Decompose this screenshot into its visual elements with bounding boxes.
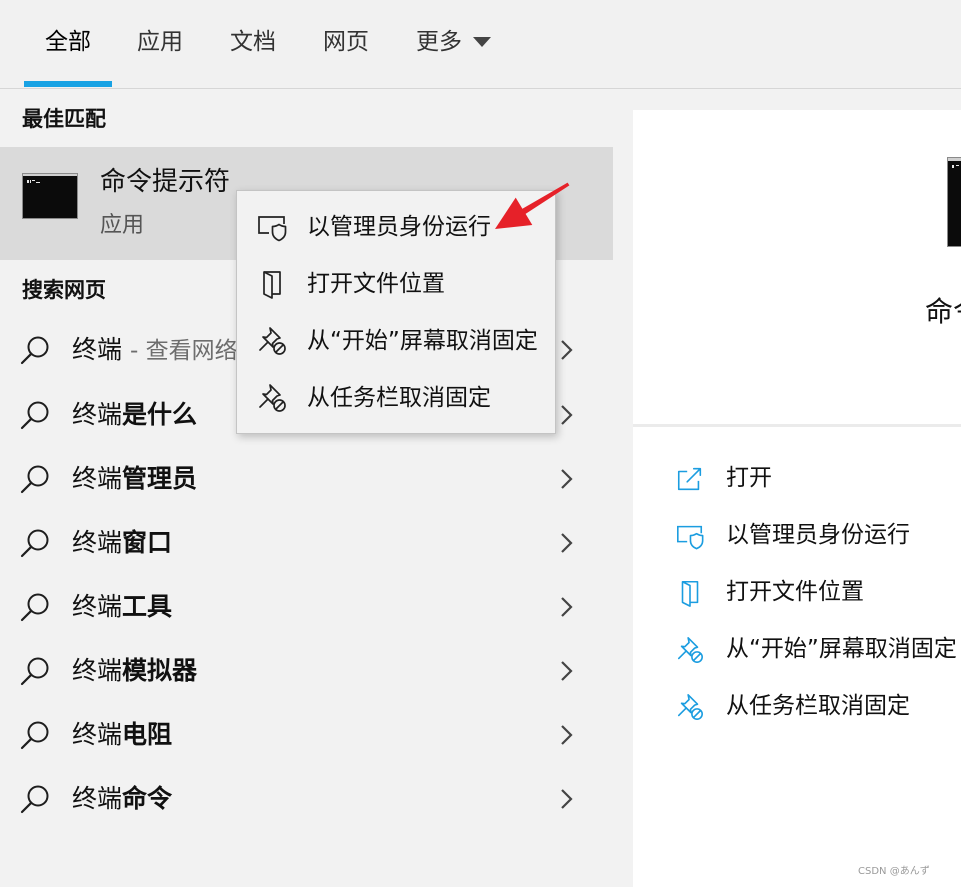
action-label: 打开 xyxy=(726,465,772,491)
tab-web[interactable]: 网页 xyxy=(323,24,369,60)
action-unpin-from-taskbar[interactable]: 从任务栏取消固定 xyxy=(653,678,961,735)
context-menu-item-label: 从任务栏取消固定 xyxy=(307,385,491,411)
unpin-icon xyxy=(259,327,286,355)
chevron-right-icon[interactable] xyxy=(560,596,574,618)
search-suggestion-text: 是什么 xyxy=(122,400,198,429)
action-label: 打开文件位置 xyxy=(726,579,864,605)
search-icon xyxy=(20,465,49,494)
chevron-right-icon[interactable] xyxy=(560,404,574,426)
action-label: 从任务栏取消固定 xyxy=(726,693,910,719)
search-suggestion: 终端窗口 xyxy=(72,511,172,575)
best-match-header: 最佳匹配 xyxy=(22,107,106,131)
search-icon xyxy=(20,721,49,750)
web-search-item[interactable]: 终端模拟器 xyxy=(0,639,613,703)
file-location-icon xyxy=(263,271,281,299)
best-match-title: 命令提示符 xyxy=(100,167,231,197)
action-unpin-from-start[interactable]: 从“开始”屏幕取消固定 xyxy=(653,621,961,678)
file-location-icon xyxy=(681,580,699,607)
context-menu-item-label: 从“开始”屏幕取消固定 xyxy=(307,328,538,354)
search-icon xyxy=(20,336,49,365)
caret-down-icon[interactable] xyxy=(473,37,491,47)
search-icon xyxy=(20,785,49,814)
shield-icon xyxy=(677,525,704,550)
best-match-type: 应用 xyxy=(100,213,145,238)
search-suggestion: 终端模拟器 xyxy=(72,639,197,703)
command-prompt-icon xyxy=(22,173,78,219)
tab-apps[interactable]: 应用 xyxy=(137,24,183,60)
chevron-right-icon[interactable] xyxy=(560,788,574,810)
search-suggestion-text: 电阻 xyxy=(122,720,173,749)
context-menu-item-run-as-admin[interactable]: 以管理员身份运行 xyxy=(237,199,555,256)
preview-pane: 命令 打开 以管理员身份运行 打开文件位置 从“开始”屏幕取消固定 xyxy=(633,110,961,887)
preview-title: 命令 xyxy=(925,295,961,328)
web-search-item[interactable]: 终端窗口 xyxy=(0,511,613,575)
context-menu: 以管理员身份运行 打开文件位置 从“开始”屏幕取消固定 从任务栏取消固定 xyxy=(236,190,556,434)
search-suggestion: 终端工具 xyxy=(72,575,172,639)
tab-selected-indicator xyxy=(24,81,112,87)
search-icon xyxy=(20,401,49,430)
search-suggestion-text: 窗口 xyxy=(122,528,173,557)
tab-more[interactable]: 更多 xyxy=(416,24,462,60)
search-query-text: 终端 xyxy=(72,720,123,749)
context-menu-item-label: 以管理员身份运行 xyxy=(307,214,491,240)
tab-all[interactable]: 全部 xyxy=(45,24,91,60)
search-suggestion: 终端命令 xyxy=(72,767,172,831)
action-label: 从“开始”屏幕取消固定 xyxy=(726,636,957,662)
unpin-icon xyxy=(259,384,286,412)
chevron-right-icon[interactable] xyxy=(560,532,574,554)
chevron-right-icon[interactable] xyxy=(560,724,574,746)
web-search-item[interactable]: 终端电阻 xyxy=(0,703,613,767)
divider xyxy=(633,424,961,427)
unpin-icon xyxy=(677,694,703,720)
chevron-right-icon[interactable] xyxy=(560,468,574,490)
action-label: 以管理员身份运行 xyxy=(726,522,910,548)
search-query-text: 终端 xyxy=(72,784,123,813)
chevron-right-icon[interactable] xyxy=(560,339,574,361)
context-menu-item-open-file-location[interactable]: 打开文件位置 xyxy=(237,256,555,313)
action-run-as-admin[interactable]: 以管理员身份运行 xyxy=(653,507,961,564)
search-suggestion-text: 模拟器 xyxy=(122,656,198,685)
search-icon xyxy=(20,529,49,558)
tab-bar: 全部 应用 文档 网页 更多 xyxy=(0,0,961,89)
search-suggestion: 终端 - 查看网络 xyxy=(72,318,238,382)
web-search-item[interactable]: 终端命令 xyxy=(0,767,613,831)
search-suggestion-text: 管理员 xyxy=(122,464,198,493)
search-suggestion: 终端电阻 xyxy=(72,703,172,767)
unpin-icon xyxy=(677,637,703,663)
action-open-file-location[interactable]: 打开文件位置 xyxy=(653,564,961,621)
chevron-right-icon[interactable] xyxy=(560,660,574,682)
search-icon xyxy=(20,593,49,622)
open-icon xyxy=(677,467,702,491)
search-hint-text: - 查看网络 xyxy=(130,338,238,364)
search-query-text: 终端 xyxy=(72,400,123,429)
search-suggestion-text: 命令 xyxy=(122,784,173,813)
web-search-header: 搜索网页 xyxy=(22,278,106,302)
context-menu-item-label: 打开文件位置 xyxy=(307,271,445,297)
search-query-text: 终端 xyxy=(72,592,123,621)
search-query-text: 终端 xyxy=(72,528,123,557)
shield-icon xyxy=(258,216,287,242)
context-menu-item-unpin-from-taskbar[interactable]: 从任务栏取消固定 xyxy=(237,370,555,427)
tab-documents[interactable]: 文档 xyxy=(230,24,276,60)
search-query-text: 终端 xyxy=(72,656,123,685)
search-suggestion: 终端管理员 xyxy=(72,447,197,511)
search-query-text: 终端 xyxy=(72,464,123,493)
web-search-item[interactable]: 终端管理员 xyxy=(0,447,613,511)
watermark: CSDN @あんず xyxy=(858,866,930,877)
search-suggestion-text: 工具 xyxy=(122,592,173,621)
search-suggestion: 终端是什么 xyxy=(72,383,197,447)
web-search-item[interactable]: 终端工具 xyxy=(0,575,613,639)
search-query-text: 终端 xyxy=(72,335,123,364)
search-icon xyxy=(20,657,49,686)
context-menu-item-unpin-from-start[interactable]: 从“开始”屏幕取消固定 xyxy=(237,313,555,370)
command-prompt-icon xyxy=(947,157,961,247)
action-open[interactable]: 打开 xyxy=(653,450,961,507)
